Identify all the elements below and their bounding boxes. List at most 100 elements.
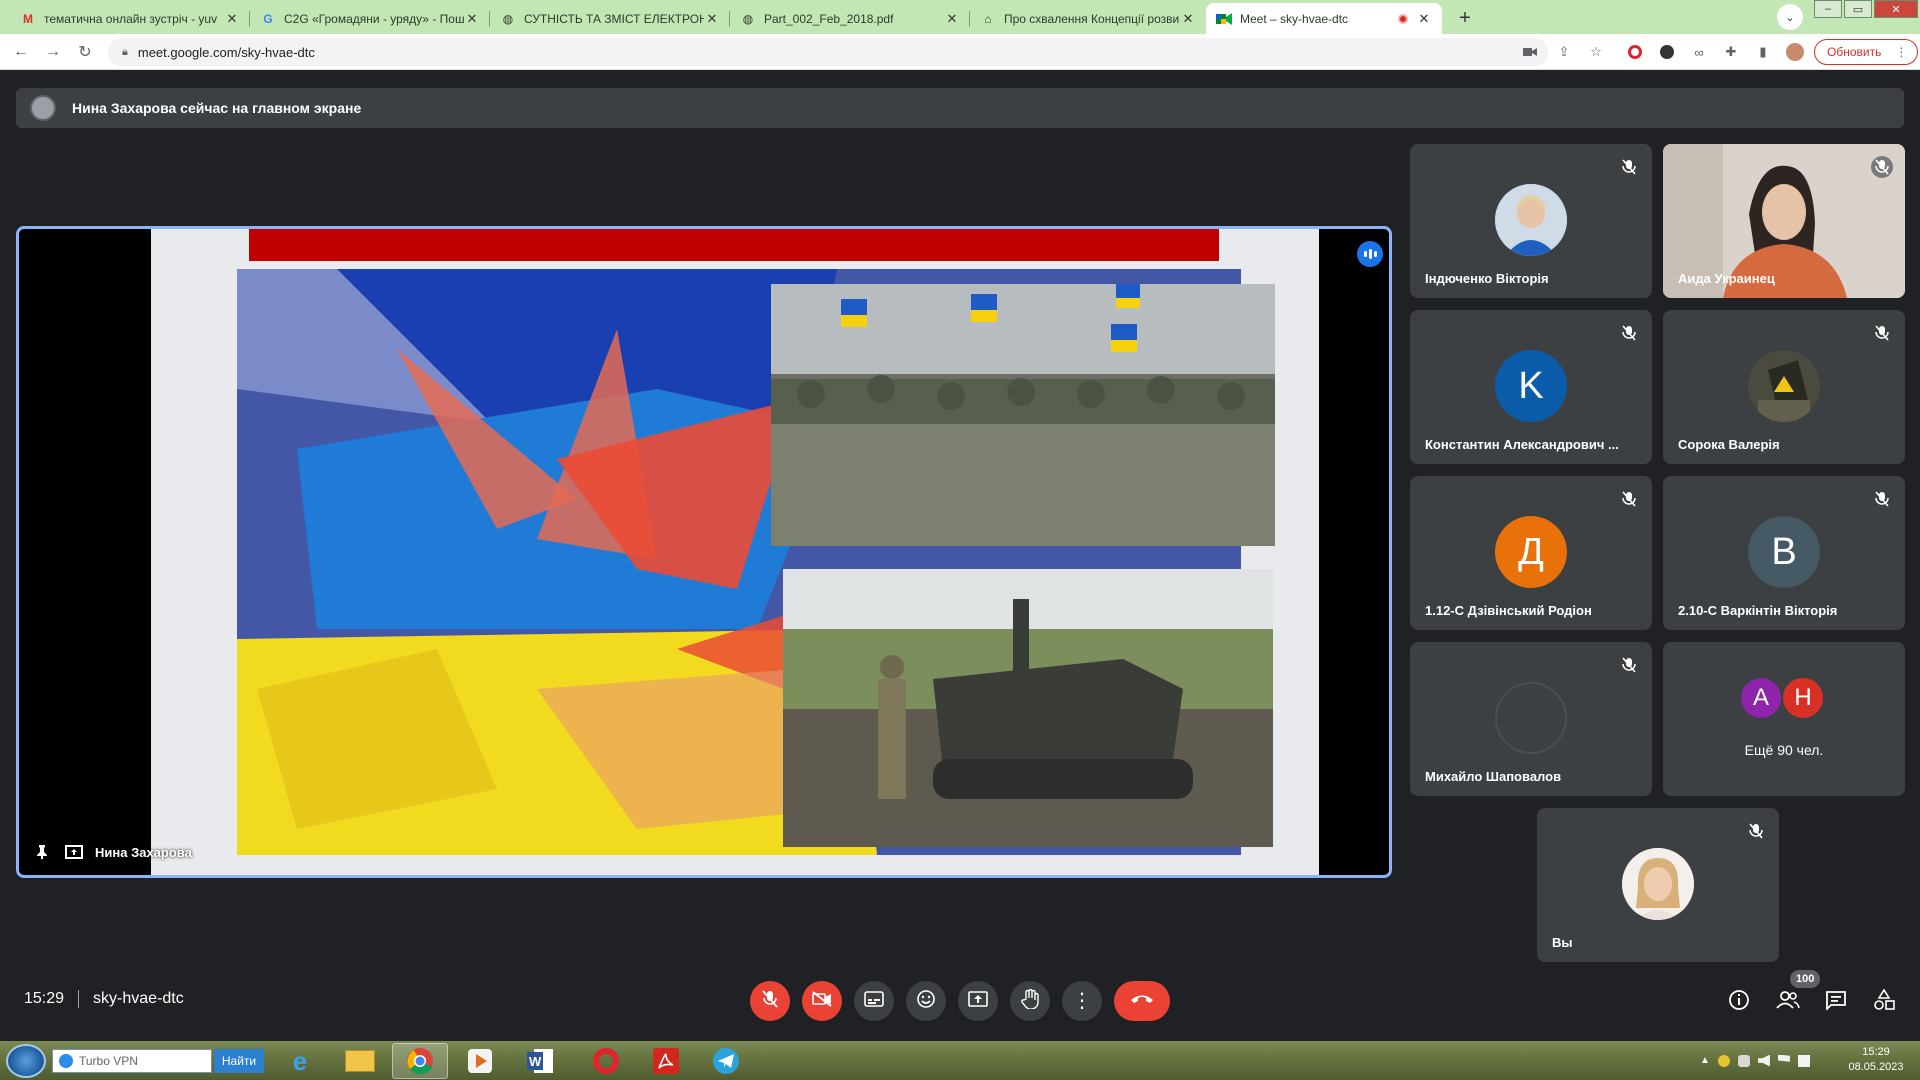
acrobat-icon[interactable] (638, 1043, 694, 1079)
avatar-letter: B (1771, 530, 1797, 573)
google-icon: G (263, 11, 273, 26)
participant-tile[interactable]: Аида Украинец (1663, 144, 1905, 298)
chrome-icon[interactable] (392, 1043, 448, 1079)
show-hidden-icons[interactable]: ▲ (1700, 1055, 1710, 1066)
tab-title: Meet – sky-hvae-dtc (1240, 11, 1349, 26)
others-tile[interactable]: A H Ещё 90 чел. (1663, 642, 1905, 796)
system-clock[interactable]: 15:29 08.05.2023 (1836, 1045, 1916, 1075)
minimize-button[interactable]: – (1814, 0, 1842, 18)
search-button[interactable]: Найти (214, 1049, 264, 1073)
opera-extension-icon[interactable] (1625, 42, 1645, 62)
close-icon[interactable]: ✕ (944, 11, 960, 27)
internet-explorer-icon[interactable]: e (272, 1043, 328, 1079)
puzzle-icon[interactable]: ✚ (1721, 42, 1741, 62)
browser-tab[interactable]: M тематична онлайн зустріч - yuv ✕ (10, 3, 250, 34)
system-tray: ▲ (1700, 1041, 1810, 1080)
vpn-search-input[interactable]: Turbo VPN (52, 1049, 212, 1073)
people-icon (1776, 990, 1800, 1015)
new-tab-button[interactable]: + (1452, 5, 1478, 31)
mic-off-icon (1871, 488, 1893, 510)
network-icon[interactable] (1797, 1054, 1810, 1067)
meet-icon (1216, 11, 1232, 27)
clock-time: 15:29 (1862, 1046, 1890, 1058)
participant-name: Константин Александрович ... (1425, 437, 1619, 452)
participant-tile[interactable]: K Константин Александрович ... (1410, 310, 1652, 464)
meeting-time: 15:29 (24, 990, 65, 1007)
media-player-icon[interactable] (452, 1043, 508, 1079)
share-icon[interactable]: ⇪ (1554, 42, 1574, 62)
presenting-banner: Нина Захарова сейчас на главном экране (16, 88, 1904, 128)
file-explorer-icon[interactable] (332, 1043, 388, 1079)
activities-button[interactable] (1870, 987, 1898, 1016)
back-icon[interactable]: ← (10, 41, 32, 63)
tray-app-icon[interactable] (1737, 1054, 1750, 1067)
mic-off-icon (1618, 654, 1640, 676)
mic-toggle-button[interactable] (750, 981, 790, 1021)
mic-off-icon (1618, 322, 1640, 344)
self-tile[interactable]: Вы (1537, 808, 1779, 962)
bookmark-star-icon[interactable]: ☆ (1586, 42, 1606, 62)
opera-icon[interactable] (578, 1043, 634, 1079)
browser-tab[interactable]: ◍ СУТНІСТЬ ТА ЗМІСТ ЕЛЕКТРОНН ✕ (490, 3, 730, 34)
leave-call-button[interactable] (1114, 981, 1170, 1021)
globe-icon: ◍ (742, 11, 754, 26)
camera-icon[interactable] (1520, 42, 1540, 62)
raise-hand-button[interactable] (1010, 981, 1050, 1021)
telegram-icon[interactable] (698, 1043, 754, 1079)
captions-button[interactable] (854, 981, 894, 1021)
maximize-button[interactable]: ▭ (1844, 0, 1872, 18)
reactions-button[interactable] (906, 981, 946, 1021)
mic-off-icon (762, 989, 778, 1013)
loading-avatar (1495, 682, 1567, 754)
more-options-button[interactable]: ⋮ (1062, 981, 1102, 1021)
address-bar[interactable]: 🔒︎ meet.google.com/sky-hvae-dtc (108, 38, 1548, 66)
tab-search-icon[interactable]: ⌄ (1777, 4, 1803, 30)
sidebar-icon[interactable]: ▮ (1753, 42, 1773, 62)
pin-icon[interactable] (31, 841, 53, 863)
close-icon[interactable]: ✕ (464, 11, 480, 27)
extension-icon[interactable] (1657, 42, 1677, 62)
browser-tab-active[interactable]: Meet – sky-hvae-dtc ✕ (1206, 3, 1442, 34)
network-extension-icon[interactable] (1717, 1054, 1730, 1067)
browser-tab[interactable]: ⌂ Про схвалення Концепції розви ✕ (970, 3, 1206, 34)
hand-icon (1021, 988, 1039, 1014)
update-button[interactable]: Обновить ⋮ (1814, 39, 1919, 65)
meeting-code: sky-hvae-dtc (93, 990, 184, 1007)
participant-tile[interactable]: Д 1.12-С Дзівінський Родіон (1410, 476, 1652, 630)
forward-icon[interactable]: → (42, 41, 64, 63)
browser-tab-strip: M тематична онлайн зустріч - yuv ✕ G C2G… (0, 0, 1920, 34)
meeting-details-button[interactable] (1725, 988, 1753, 1016)
url-text: meet.google.com/sky-hvae-dtc (137, 44, 315, 60)
info-icon (1728, 989, 1750, 1016)
participant-tile[interactable]: B 2.10-С Варкінтін Вікторія (1663, 476, 1905, 630)
tab-title: Про схвалення Концепції розви (1004, 11, 1180, 26)
presenter-name: Нина Захарова (95, 844, 192, 860)
camera-toggle-button[interactable] (802, 981, 842, 1021)
close-window-button[interactable]: ✕ (1874, 0, 1918, 18)
participant-tile[interactable]: Сорока Валерія (1663, 310, 1905, 464)
participant-tile[interactable]: Індюченко Вікторія (1410, 144, 1652, 298)
avatar-letter: A (1752, 684, 1769, 711)
volume-icon[interactable] (1757, 1054, 1770, 1067)
action-center-flag-icon[interactable] (1777, 1054, 1790, 1062)
browser-tab[interactable]: G C2G «Громадяни - уряду» - Пош ✕ (250, 3, 490, 34)
glasses-extension-icon[interactable]: ∞ (1689, 42, 1709, 62)
start-button[interactable] (6, 1044, 46, 1078)
clock-date: 08.05.2023 (1848, 1061, 1904, 1073)
close-icon[interactable]: ✕ (1180, 11, 1196, 27)
close-icon[interactable]: ✕ (1416, 11, 1432, 27)
close-icon[interactable]: ✕ (704, 11, 720, 27)
browser-tab[interactable]: ◍ Part_002_Feb_2018.pdf ✕ (730, 3, 970, 34)
people-button[interactable] (1774, 988, 1802, 1016)
word-icon[interactable]: W (512, 1043, 568, 1079)
reload-icon[interactable]: ↻ (74, 41, 96, 63)
avatar (1622, 848, 1694, 920)
main-stage[interactable]: Нина Захарова (16, 226, 1392, 878)
profile-avatar[interactable] (1785, 42, 1805, 62)
avatar: B (1748, 516, 1820, 588)
avatar-letter: H (1794, 684, 1812, 711)
close-icon[interactable]: ✕ (224, 11, 240, 27)
participant-tile[interactable]: Михайло Шаповалов (1410, 642, 1652, 796)
chat-button[interactable] (1822, 988, 1850, 1016)
present-now-button[interactable] (958, 981, 998, 1021)
